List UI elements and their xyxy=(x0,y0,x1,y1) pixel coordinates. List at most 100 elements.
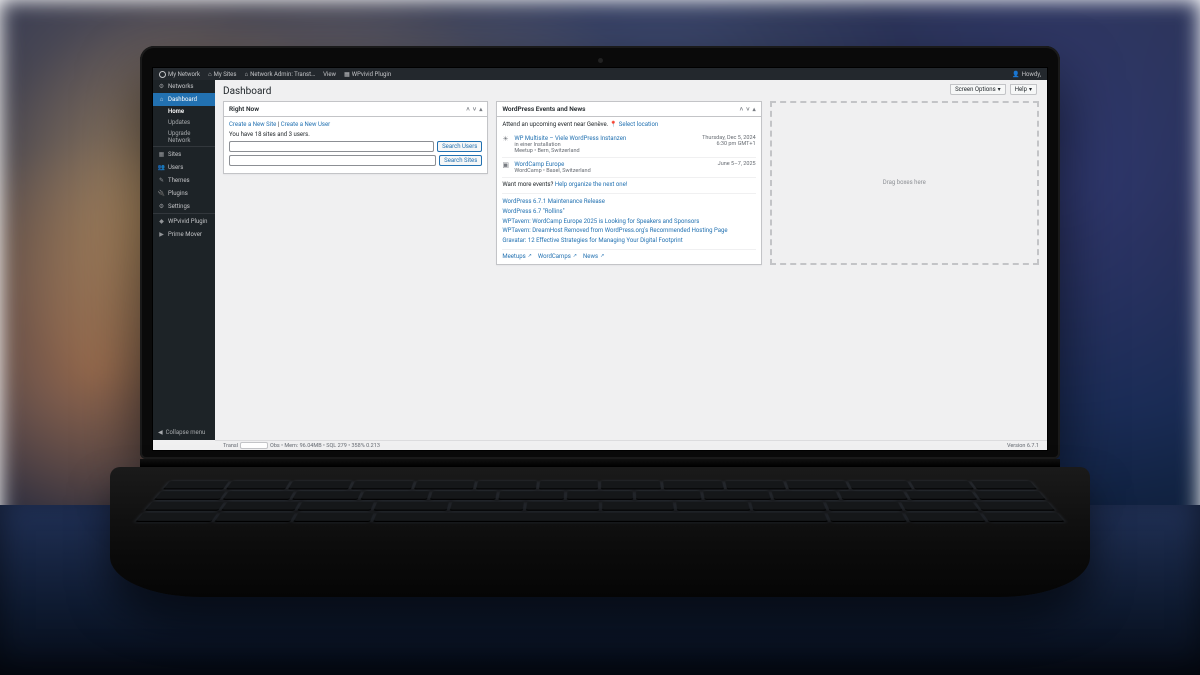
submenu-updates[interactable]: Updates xyxy=(153,117,215,128)
events-intro: Attend an upcoming event near Genève. 📍 … xyxy=(502,121,755,128)
footer-stats: Obs • Mem: 96.04MB • SQL 279 • 358% 0.21… xyxy=(270,443,380,449)
ab-view[interactable]: View xyxy=(323,71,336,78)
user-icon: 👤 xyxy=(1012,71,1019,78)
page-title: Dashboard xyxy=(223,86,1039,97)
wordcamp-icon: ▣ xyxy=(502,161,510,174)
admin-footer: Transl Obs • Mem: 96.04MB • SQL 279 • 35… xyxy=(215,440,1047,450)
event-date: Thursday, Dec 5, 2024 6:30 pm GMT+1 xyxy=(694,135,756,154)
toggle-icon[interactable]: ▴ xyxy=(753,106,756,113)
footer-version: Version 6.7.1 xyxy=(1007,443,1039,449)
search-users-row: Search Users xyxy=(229,141,482,152)
news-link[interactable]: WordPress 6.7 "Rollins" xyxy=(502,207,755,217)
widget-header[interactable]: WordPress Events and News ˄ ˅ ▴ xyxy=(497,102,760,117)
news-link[interactable]: WordPress 6.7.1 Maintenance Release xyxy=(502,197,755,207)
event-link[interactable]: WP Multisite – Viele WordPress Instanzen xyxy=(514,135,626,142)
search-users-button[interactable]: Search Users xyxy=(437,141,482,152)
search-sites-row: Search Sites xyxy=(229,155,482,166)
prime-mover-icon: ▶ xyxy=(158,231,165,238)
help-toggle[interactable]: Help▾ xyxy=(1010,84,1037,95)
wp-admin: My Network ⌂My Sites ⌂Network Admin: Tra… xyxy=(153,68,1047,450)
themes-icon: ✎ xyxy=(158,177,165,184)
webcam xyxy=(598,58,603,63)
footer-transl-label: Transl xyxy=(223,443,238,449)
news-link[interactable]: Gravatar: 12 Effective Strategies for Ma… xyxy=(502,236,755,246)
event-item: ☀ WP Multisite – Viele WordPress Instanz… xyxy=(502,132,755,158)
dashboard-widgets: Right Now ˄ ˅ ▴ xyxy=(223,101,1039,265)
quick-actions: Create a New Site | Create a New User xyxy=(229,121,482,128)
menu-themes[interactable]: ✎Themes xyxy=(153,174,215,187)
screen-meta-links: Screen Options▾ Help▾ xyxy=(950,84,1037,95)
menu-dashboard[interactable]: ⌂Dashboard xyxy=(153,93,215,106)
widget-body: Create a New Site | Create a New User Yo… xyxy=(224,117,487,173)
laptop-hinge xyxy=(140,459,1060,467)
menu-prime-mover[interactable]: ▶Prime Mover xyxy=(153,228,215,241)
menu-users[interactable]: 👥Users xyxy=(153,161,215,174)
laptop-screen: My Network ⌂My Sites ⌂Network Admin: Tra… xyxy=(152,67,1048,451)
chevron-down-icon[interactable]: ˅ xyxy=(473,106,477,113)
wordcamps-link[interactable]: WordCamps↗ xyxy=(538,253,577,260)
more-events: Want more events? Help organize the next… xyxy=(502,178,755,191)
menu-plugins[interactable]: 🔌Plugins xyxy=(153,187,215,200)
chevron-down-icon[interactable]: ˅ xyxy=(746,106,750,113)
toggle-icon[interactable]: ▴ xyxy=(479,106,482,113)
footer-transl-input[interactable] xyxy=(240,442,268,449)
external-icon: ↗ xyxy=(528,253,532,259)
news-link-footer[interactable]: News↗ xyxy=(583,253,604,260)
news-link[interactable]: WPTavern: DreamHost Removed from WordPre… xyxy=(502,226,755,236)
external-icon: ↗ xyxy=(600,253,604,259)
sites-users-stat: You have 18 sites and 3 users. xyxy=(229,131,482,138)
search-sites-input[interactable] xyxy=(229,155,436,166)
screen-options-toggle[interactable]: Screen Options▾ xyxy=(950,84,1006,95)
ab-wpvivid[interactable]: ▦WPvivid Plugin xyxy=(344,71,391,78)
ab-my-sites[interactable]: ⌂My Sites xyxy=(208,71,236,78)
collapse-menu[interactable]: ◀Collapse menu xyxy=(153,425,215,440)
menu-sites[interactable]: ▦Sites xyxy=(153,146,215,161)
event-item: ▣ WordCamp Europe WordCamp • Basel, Swit… xyxy=(502,158,755,178)
menu-settings[interactable]: ⚙Settings xyxy=(153,200,215,213)
news-footer: Meetups↗ WordCamps↗ News↗ xyxy=(502,249,755,260)
search-users-input[interactable] xyxy=(229,141,434,152)
widget-title: WordPress Events and News xyxy=(502,105,585,113)
meetups-link[interactable]: Meetups↗ xyxy=(502,253,532,260)
plugins-icon: 🔌 xyxy=(158,190,165,197)
location-pin-icon: 📍 xyxy=(610,121,617,128)
laptop-base xyxy=(110,467,1090,597)
meetup-icon: ☀ xyxy=(502,135,510,154)
keyboard xyxy=(126,481,1073,533)
chevron-up-icon[interactable]: ˄ xyxy=(740,106,744,113)
settings-icon: ⚙ xyxy=(158,203,165,210)
event-link[interactable]: WordCamp Europe xyxy=(514,161,564,168)
wpvivid-icon: ◆ xyxy=(158,218,165,225)
widget-column-1: Right Now ˄ ˅ ▴ xyxy=(223,101,488,265)
submenu-upgrade-network[interactable]: Upgrade Network xyxy=(153,128,215,146)
ab-my-network[interactable]: My Network xyxy=(159,71,200,78)
news-link[interactable]: WPTavern: WordCamp Europe 2025 is Lookin… xyxy=(502,217,755,227)
search-sites-button[interactable]: Search Sites xyxy=(439,155,482,166)
external-icon: ↗ xyxy=(573,253,577,259)
chevron-down-icon: ▾ xyxy=(998,86,1001,93)
network-icon: ⌂ xyxy=(244,71,248,78)
menu-networks[interactable]: ⚙Networks xyxy=(153,80,215,93)
organize-event-link[interactable]: Help organize the next one! xyxy=(555,181,628,188)
network-icon: ⚙ xyxy=(158,83,165,90)
widget-title: Right Now xyxy=(229,105,259,113)
sites-icon: ▦ xyxy=(158,151,165,158)
submenu-home[interactable]: Home xyxy=(153,106,215,117)
create-user-link[interactable]: Create a New User xyxy=(281,121,330,128)
laptop: My Network ⌂My Sites ⌂Network Admin: Tra… xyxy=(140,46,1060,597)
chevron-up-icon[interactable]: ˄ xyxy=(466,106,470,113)
create-site-link[interactable]: Create a New Site xyxy=(229,121,276,128)
empty-drop-zone[interactable]: Drag boxes here xyxy=(770,101,1039,265)
menu-wpvivid[interactable]: ◆WPvivid Plugin xyxy=(153,213,215,228)
ab-howdy[interactable]: 👤Howdy, xyxy=(1012,71,1041,78)
widget-header[interactable]: Right Now ˄ ˅ ▴ xyxy=(224,102,487,117)
select-location-link[interactable]: Select location xyxy=(619,121,658,128)
news-list: WordPress 6.7.1 Maintenance Release Word… xyxy=(502,193,755,246)
admin-bar: My Network ⌂My Sites ⌂Network Admin: Tra… xyxy=(153,68,1047,80)
ab-network-admin[interactable]: ⌂Network Admin: Transt… xyxy=(244,71,315,78)
widget-right-now: Right Now ˄ ˅ ▴ xyxy=(223,101,488,174)
chevron-down-icon: ▾ xyxy=(1029,86,1032,93)
drop-zone-label: Drag boxes here xyxy=(883,179,926,186)
dashboard-icon: ⌂ xyxy=(158,96,165,103)
admin-sidebar: ⚙Networks ⌂Dashboard Home Updates Upgrad… xyxy=(153,80,215,440)
